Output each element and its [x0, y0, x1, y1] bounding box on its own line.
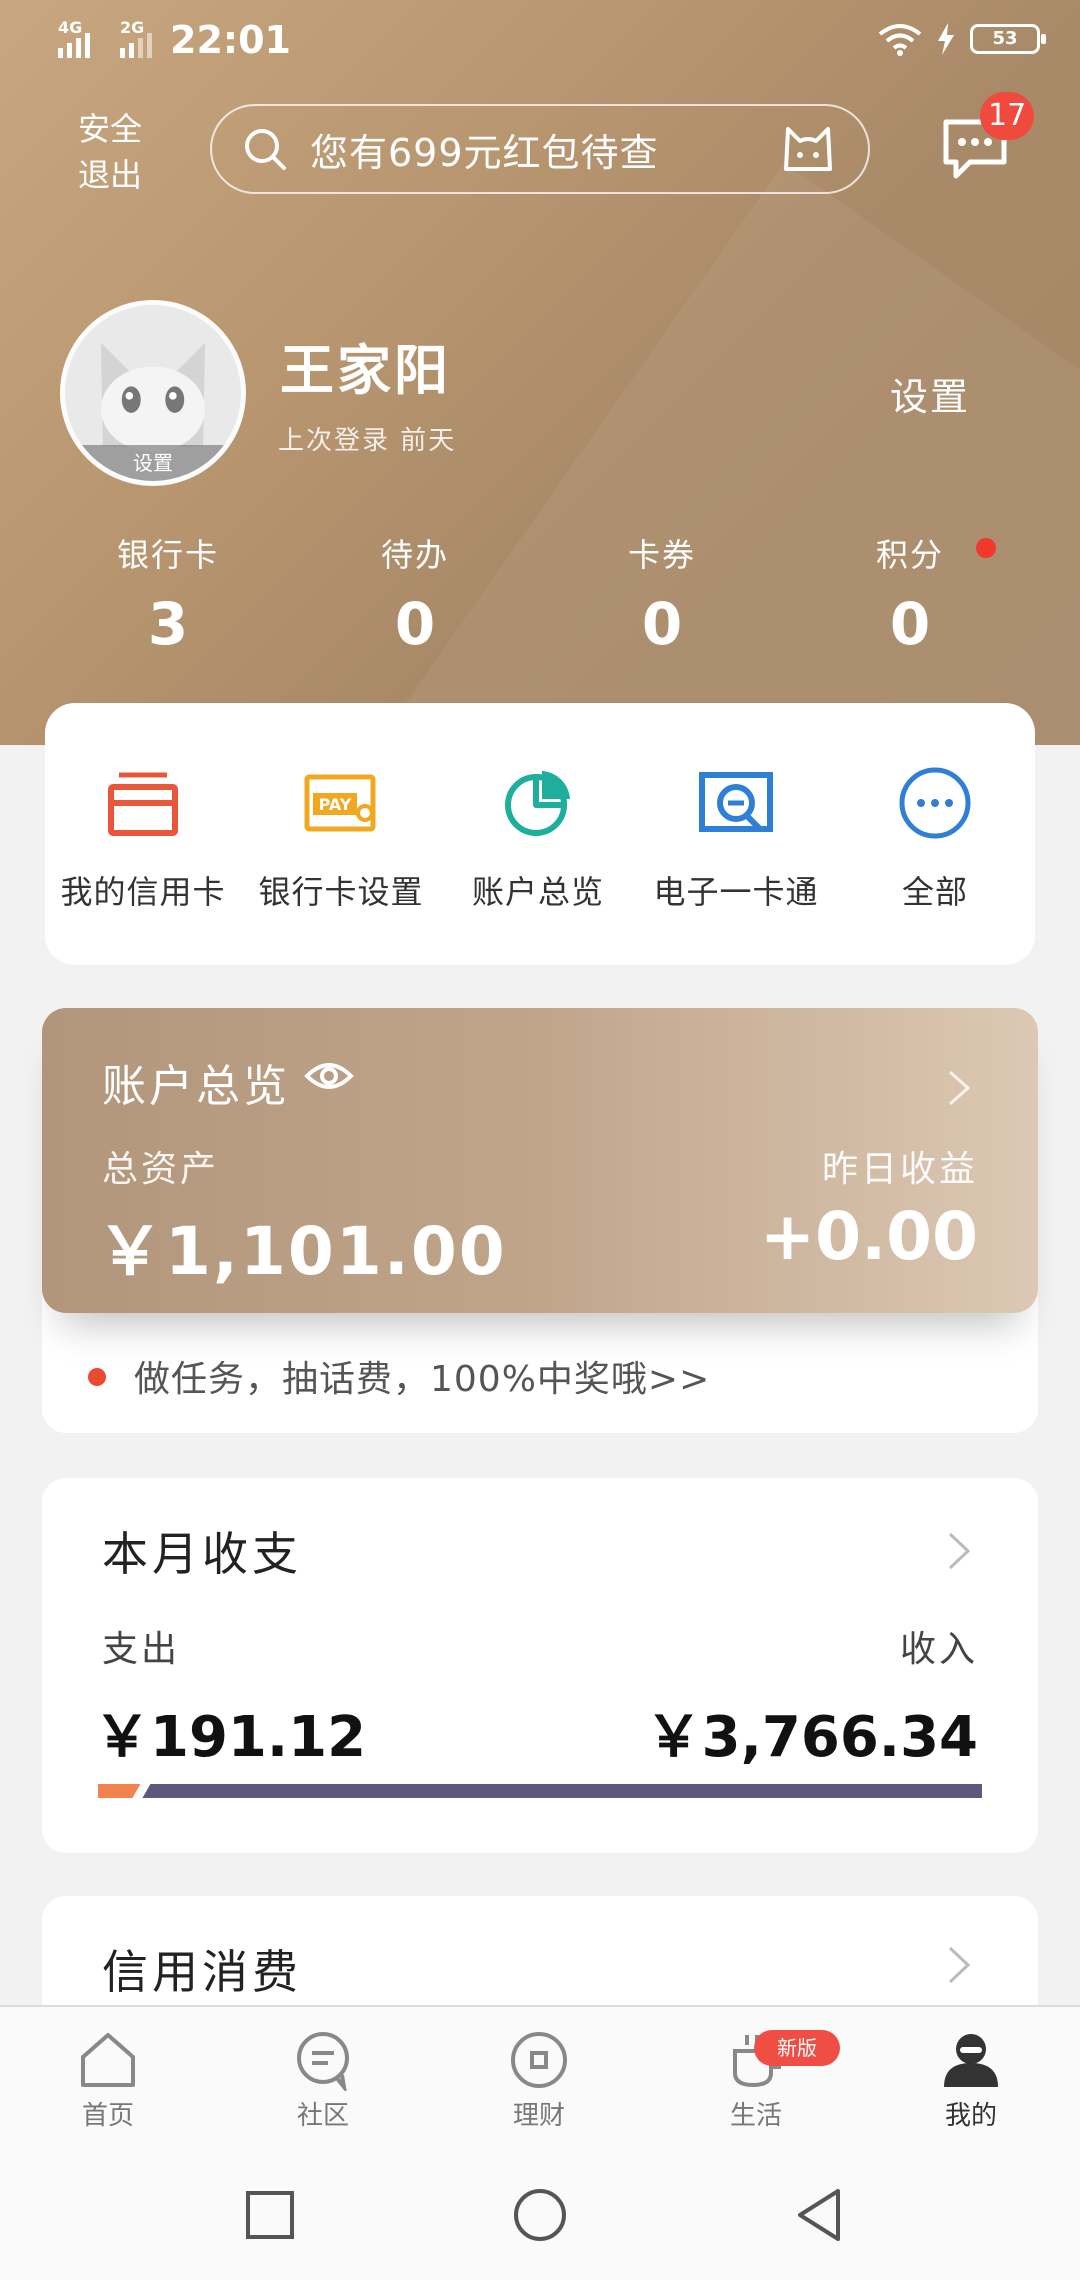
expense-value: ￥191.12	[94, 1705, 367, 1770]
quick-label: 银行卡设置	[258, 873, 424, 911]
quick-all[interactable]: 全部	[835, 763, 1035, 913]
home-button-icon[interactable]	[510, 2185, 570, 2245]
tab-label: 社区	[296, 2101, 349, 2131]
profile-header: 4G 2G 22:01 53 安全 退出 您有699元红包待查 17 设置 王家…	[0, 0, 1080, 745]
quick-label: 电子一卡通	[653, 873, 819, 911]
clock: 22:01	[170, 18, 291, 62]
status-bar: 4G 2G 22:01 53	[0, 0, 1080, 80]
tab-home[interactable]: 首页	[38, 2029, 178, 2132]
quick-label: 我的信用卡	[60, 873, 226, 911]
eye-icon[interactable]	[304, 1056, 354, 1096]
tab-label: 生活	[729, 2101, 782, 2131]
overview-title: 账户总览	[102, 1061, 290, 1112]
promo-link[interactable]: 做任务，抽话费，100%中奖哦>>	[88, 1350, 710, 1402]
stat-value: 0	[889, 590, 931, 658]
ecard-icon	[699, 772, 773, 832]
back-icon[interactable]	[790, 2185, 850, 2245]
stat-label: 待办	[380, 536, 449, 574]
quick-actions-card: 我的信用卡 PAY 银行卡设置 账户总览 电子一卡通 全部	[45, 703, 1035, 965]
search-icon	[245, 129, 286, 170]
mascot-icon[interactable]	[778, 119, 838, 179]
pie-chart-icon	[505, 771, 570, 836]
tab-finance[interactable]: 理财	[469, 2029, 609, 2132]
promo-text: 做任务，抽话费，100%中奖哦>>	[134, 1359, 711, 1400]
total-assets-label: 总资产	[102, 1149, 220, 1190]
system-navigation-bar	[0, 2145, 1080, 2280]
stat-label: 银行卡	[116, 536, 219, 574]
last-login: 上次登录 前天	[278, 426, 457, 456]
message-count-badge: 17	[980, 92, 1035, 140]
stat-label: 卡券	[627, 536, 696, 574]
charging-icon	[938, 23, 954, 55]
credit-title: 信用消费	[102, 1945, 302, 1999]
stat-value: 0	[641, 590, 683, 658]
svg-text:PAY: PAY	[319, 795, 352, 814]
tab-label: 我的	[944, 2101, 997, 2131]
community-icon	[297, 2032, 349, 2091]
credit-consumption-card[interactable]: 信用消费	[42, 1896, 1038, 2006]
quick-ecard[interactable]: 电子一卡通	[636, 763, 836, 913]
signal-icon: 4G	[58, 18, 106, 58]
yesterday-income-label: 昨日收益	[821, 1149, 978, 1190]
more-icon	[899, 767, 971, 839]
account-overview-card[interactable]: 账户总览 总资产 ￥1,101.00 昨日收益 +0.00	[42, 1008, 1038, 1313]
expense-label: 支出	[102, 1629, 181, 1670]
income-value: ￥3,766.34	[645, 1705, 978, 1770]
tab-label: 理财	[512, 2101, 565, 2131]
quick-label: 全部	[901, 873, 968, 911]
search-bar[interactable]: 您有699元红包待查	[210, 104, 870, 194]
chevron-right-icon[interactable]	[944, 1068, 974, 1108]
stat-value: 3	[147, 590, 189, 658]
bottom-tab-bar: 首页 社区 理财 生活 我的	[0, 2005, 1080, 2145]
income-expense-bar	[98, 1784, 982, 1798]
signal-indicators: 4G 2G	[58, 18, 168, 58]
expense-bar-segment	[98, 1784, 141, 1798]
profile-icon	[944, 2034, 998, 2087]
stat-value: 0	[394, 590, 436, 658]
chevron-right-icon[interactable]	[944, 1942, 974, 1988]
logout-button[interactable]: 安全 退出	[70, 106, 150, 198]
monthly-balance-card[interactable]: 本月收支 支出 收入 ￥191.12 ￥3,766.34	[42, 1478, 1038, 1853]
stat-bank-cards[interactable]: 银行卡 3	[68, 530, 268, 658]
quick-account-overview[interactable]: 账户总览	[438, 763, 638, 913]
settings-button[interactable]: 设置	[890, 366, 970, 421]
credit-card-icon	[108, 772, 178, 836]
income-label: 收入	[899, 1629, 978, 1670]
income-bar-segment	[142, 1784, 982, 1798]
quick-bank-card-settings[interactable]: PAY 银行卡设置	[241, 763, 441, 913]
battery-icon: 53	[970, 24, 1046, 54]
stat-todo[interactable]: 待办 0	[315, 530, 515, 658]
avatar-settings-label: 设置	[65, 445, 241, 481]
quick-my-credit-card[interactable]: 我的信用卡	[43, 763, 243, 913]
tab-mine[interactable]: 我的	[901, 2029, 1041, 2132]
search-placeholder: 您有699元红包待查	[310, 130, 659, 175]
home-icon	[81, 2033, 135, 2087]
points-notification-dot	[976, 538, 996, 558]
avatar[interactable]: 设置	[60, 300, 246, 486]
wifi-icon	[878, 24, 922, 56]
quick-label: 账户总览	[471, 873, 604, 911]
chevron-right-icon[interactable]	[944, 1528, 974, 1574]
tab-community[interactable]: 社区	[253, 2029, 393, 2132]
stat-coupons[interactable]: 卡券 0	[562, 530, 762, 658]
finance-icon	[511, 2032, 567, 2088]
yesterday-income-value: +0.00	[759, 1198, 978, 1275]
user-name: 王家阳	[280, 339, 451, 402]
pay-card-icon: PAY	[304, 774, 376, 832]
signal-icon: 2G	[120, 18, 168, 58]
recent-apps-icon[interactable]	[240, 2185, 300, 2245]
tab-label: 首页	[81, 2101, 134, 2131]
new-version-badge: 新版	[754, 2030, 840, 2066]
monthly-title: 本月收支	[102, 1527, 302, 1581]
total-assets-value: ￥1,101.00	[97, 1213, 507, 1290]
